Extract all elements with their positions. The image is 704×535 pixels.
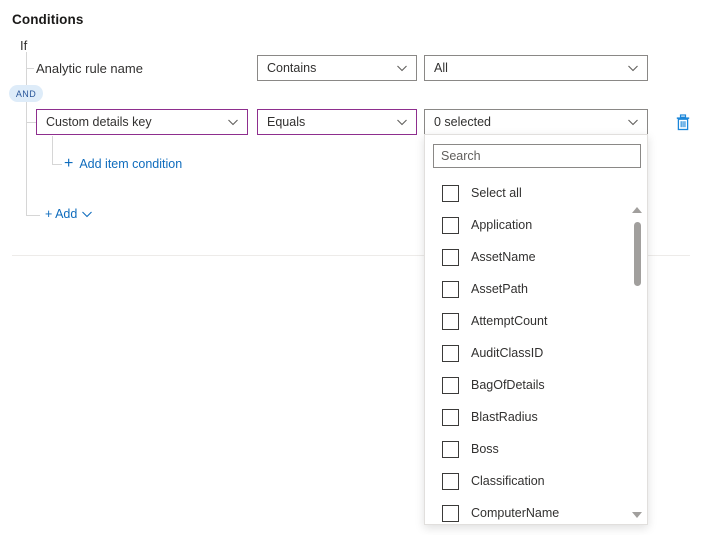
dropdown-option-item[interactable]: AuditClassID: [425, 337, 647, 369]
tree-subtrunk-line: [52, 136, 53, 165]
add-group-button[interactable]: + Add: [45, 207, 95, 221]
chevron-down-icon: [396, 116, 408, 128]
plus-icon: +: [64, 157, 73, 171]
condition-row1-value-dropdown[interactable]: All: [424, 55, 648, 81]
trash-icon: [675, 114, 691, 131]
chevron-down-icon: [227, 116, 239, 128]
if-label: If: [20, 38, 27, 53]
dropdown-option-item[interactable]: Application: [425, 209, 647, 241]
dropdown-option-item[interactable]: Classification: [425, 465, 647, 497]
checkbox-icon[interactable]: [442, 473, 459, 490]
condition-row2-value: 0 selected: [434, 110, 627, 134]
chevron-down-icon: [627, 62, 639, 74]
page-title: Conditions: [12, 12, 84, 27]
chevron-down-icon: [627, 116, 639, 128]
tree-trunk-line: [26, 52, 27, 216]
add-item-condition-label: Add item condition: [79, 157, 182, 171]
checkbox-icon[interactable]: [442, 409, 459, 426]
dropdown-option-label: BlastRadius: [471, 410, 538, 424]
tree-stub-add: [26, 215, 40, 216]
delete-condition-button[interactable]: [673, 112, 693, 132]
checkbox-icon[interactable]: [442, 281, 459, 298]
tree-substub-line: [52, 164, 62, 165]
dropdown-option-item[interactable]: AttemptCount: [425, 305, 647, 337]
dropdown-option-label: BagOfDetails: [471, 378, 545, 392]
tree-stub-row2: [26, 122, 36, 123]
dropdown-option-item[interactable]: Select all: [425, 177, 647, 209]
dropdown-option-item[interactable]: AssetName: [425, 241, 647, 273]
dropdown-option-label: AuditClassID: [471, 346, 543, 360]
dropdown-option-item[interactable]: AssetPath: [425, 273, 647, 305]
chevron-down-icon: [81, 208, 93, 220]
checkbox-icon[interactable]: [442, 441, 459, 458]
dropdown-option-label: Boss: [471, 442, 499, 456]
dropdown-scrollbar[interactable]: [630, 205, 644, 520]
dropdown-option-label: ComputerName: [471, 506, 559, 520]
dropdown-option-item[interactable]: BagOfDetails: [425, 369, 647, 401]
checkbox-icon[interactable]: [442, 217, 459, 234]
dropdown-search-field[interactable]: [433, 144, 641, 168]
checkbox-icon[interactable]: [442, 505, 459, 522]
chevron-down-icon: [396, 62, 408, 74]
dropdown-option-label: Application: [471, 218, 532, 232]
checkbox-icon[interactable]: [442, 377, 459, 394]
multiselect-dropdown-panel: Select all Application AssetName AssetPath A…: [424, 134, 648, 525]
scrollbar-thumb[interactable]: [634, 222, 641, 286]
dropdown-option-item[interactable]: Boss: [425, 433, 647, 465]
condition-row2-operator-dropdown[interactable]: Equals: [257, 109, 417, 135]
scroll-down-arrow-icon[interactable]: [632, 512, 642, 518]
dropdown-option-label: Select all: [471, 186, 522, 200]
dropdown-option-item[interactable]: ComputerName: [425, 497, 647, 524]
dropdown-option-label: AttemptCount: [471, 314, 547, 328]
condition-row1-value: All: [434, 56, 627, 80]
add-item-condition-button[interactable]: + Add item condition: [64, 157, 182, 171]
dropdown-option-list: Select all Application AssetName AssetPath A…: [425, 177, 647, 524]
add-group-label: + Add: [45, 207, 77, 221]
dropdown-option-label: Classification: [471, 474, 545, 488]
condition-row2-value-dropdown[interactable]: 0 selected: [424, 109, 648, 135]
search-input[interactable]: [434, 145, 640, 167]
condition-row1-label: Analytic rule name: [36, 61, 143, 76]
scroll-up-arrow-icon[interactable]: [632, 207, 642, 213]
tree-stub-row1: [26, 68, 34, 69]
dropdown-option-label: AssetPath: [471, 282, 528, 296]
condition-row2-key-dropdown[interactable]: Custom details key: [36, 109, 248, 135]
condition-row2-key-value: Custom details key: [46, 110, 227, 134]
checkbox-icon[interactable]: [442, 313, 459, 330]
dropdown-option-label: AssetName: [471, 250, 536, 264]
checkbox-icon[interactable]: [442, 345, 459, 362]
condition-row1-operator-value: Contains: [267, 56, 396, 80]
dropdown-option-item[interactable]: BlastRadius: [425, 401, 647, 433]
condition-row2-operator-value: Equals: [267, 110, 396, 134]
checkbox-icon[interactable]: [442, 185, 459, 202]
condition-row1-operator-dropdown[interactable]: Contains: [257, 55, 417, 81]
and-operator-badge: AND: [9, 85, 43, 102]
checkbox-icon[interactable]: [442, 249, 459, 266]
